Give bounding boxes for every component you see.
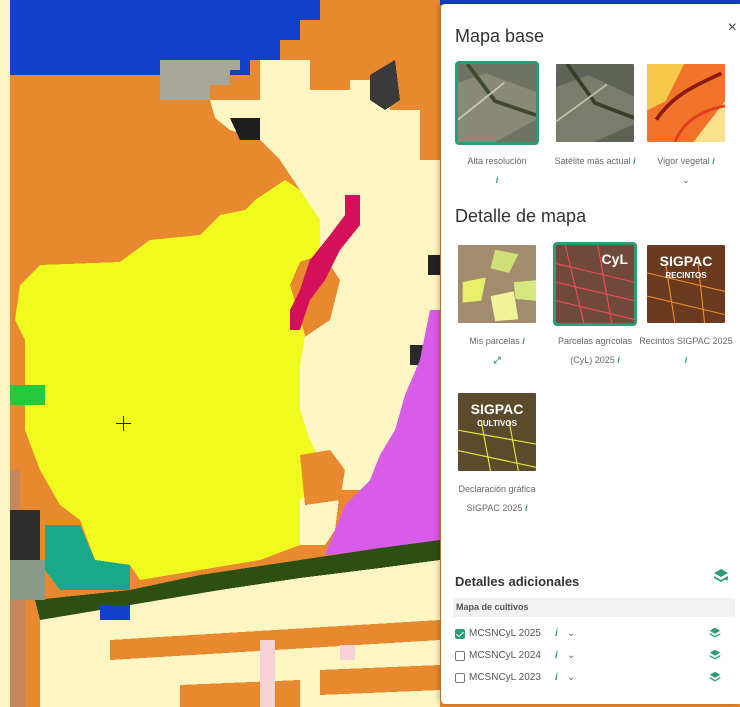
layers-icon[interactable] <box>709 649 721 661</box>
base-tile-satellite[interactable] <box>553 61 637 145</box>
chevron-down-icon[interactable]: ⌄ <box>567 670 575 686</box>
layer-checkbox[interactable] <box>455 651 465 661</box>
vigor-thumbnail <box>647 64 725 142</box>
detail-tile-parcelas-cyl[interactable]: CyL <box>553 242 637 326</box>
info-icon[interactable]: i <box>685 355 688 365</box>
crop-map-group-header: Mapa de cultivos <box>453 598 735 617</box>
layer-checkbox[interactable] <box>455 673 465 683</box>
info-icon[interactable]: i <box>496 175 499 185</box>
expand-icon[interactable]: ⤢ <box>493 355 500 365</box>
layers-icon[interactable] <box>713 568 729 584</box>
chevron-down-icon[interactable]: ⌄ <box>567 626 575 642</box>
layer-label: MCSNCyL 2025 <box>469 628 541 639</box>
chevron-down-icon[interactable]: ⌄ <box>682 175 690 185</box>
info-icon[interactable]: i <box>555 670 558 686</box>
detail-map-title: Detalle de mapa <box>455 206 587 226</box>
info-icon[interactable]: i <box>617 355 620 365</box>
base-tile-label: Alta resolución <box>467 156 527 166</box>
base-tile-label: Vigor vegetal <box>657 156 710 166</box>
detail-tile-label: Recintos SIGPAC 2025 <box>639 336 733 346</box>
extra-details-title: Detalles adicionales <box>455 574 580 589</box>
detail-tile-label: Mis parcelas <box>469 336 520 346</box>
satellite-thumbnail <box>556 64 634 142</box>
detail-tile-label: Parcelas agrícolas (CyL) 2025 <box>557 336 633 365</box>
detail-tile-my-parcels[interactable] <box>455 242 539 326</box>
layers-icon[interactable] <box>709 627 721 639</box>
base-tile-label: Satélite más actual <box>554 156 631 166</box>
layers-icon[interactable] <box>709 671 721 683</box>
map-crosshair <box>116 416 131 431</box>
sigpac-badge: SIGPAC <box>659 253 713 269</box>
base-map-title: Mapa base <box>455 26 545 46</box>
detail-tile-recintos[interactable]: SIGPAC RECINTOS <box>644 242 728 326</box>
info-icon[interactable]: i <box>525 503 528 513</box>
chevron-down-icon[interactable]: ⌄ <box>567 648 575 664</box>
sigpac-badge-sub: CULTIVOS <box>477 419 517 428</box>
aerial-thumbnail <box>458 64 536 142</box>
detail-tile-declaracion[interactable]: SIGPAC CULTIVOS <box>455 390 539 474</box>
cyl-badge: CyL <box>601 251 628 267</box>
layer-row-2024: MCSNCyL 2024 i ⌄ <box>455 648 735 664</box>
base-tile-high-res[interactable] <box>455 61 539 145</box>
map-layers-panel: × Mapa base Alta resolución i Satélite m… <box>441 4 740 704</box>
layer-label: MCSNCyL 2023 <box>469 672 541 683</box>
base-tile-vigor[interactable] <box>644 61 728 145</box>
info-icon[interactable]: i <box>555 648 558 664</box>
sigpac-badge: SIGPAC <box>470 401 524 417</box>
info-icon[interactable]: i <box>712 156 715 166</box>
parcels-thumbnail <box>458 245 536 323</box>
info-icon[interactable]: i <box>522 336 525 346</box>
layer-checkbox[interactable] <box>455 629 465 639</box>
layer-row-2023: MCSNCyL 2023 i ⌄ <box>455 670 735 686</box>
info-icon[interactable]: i <box>633 156 636 166</box>
layer-label: MCSNCyL 2024 <box>469 650 541 661</box>
info-icon[interactable]: i <box>555 626 558 642</box>
close-icon[interactable]: × <box>728 20 737 36</box>
layer-row-2025: MCSNCyL 2025 i ⌄ <box>455 626 735 642</box>
sigpac-badge-sub: RECINTOS <box>665 271 707 280</box>
